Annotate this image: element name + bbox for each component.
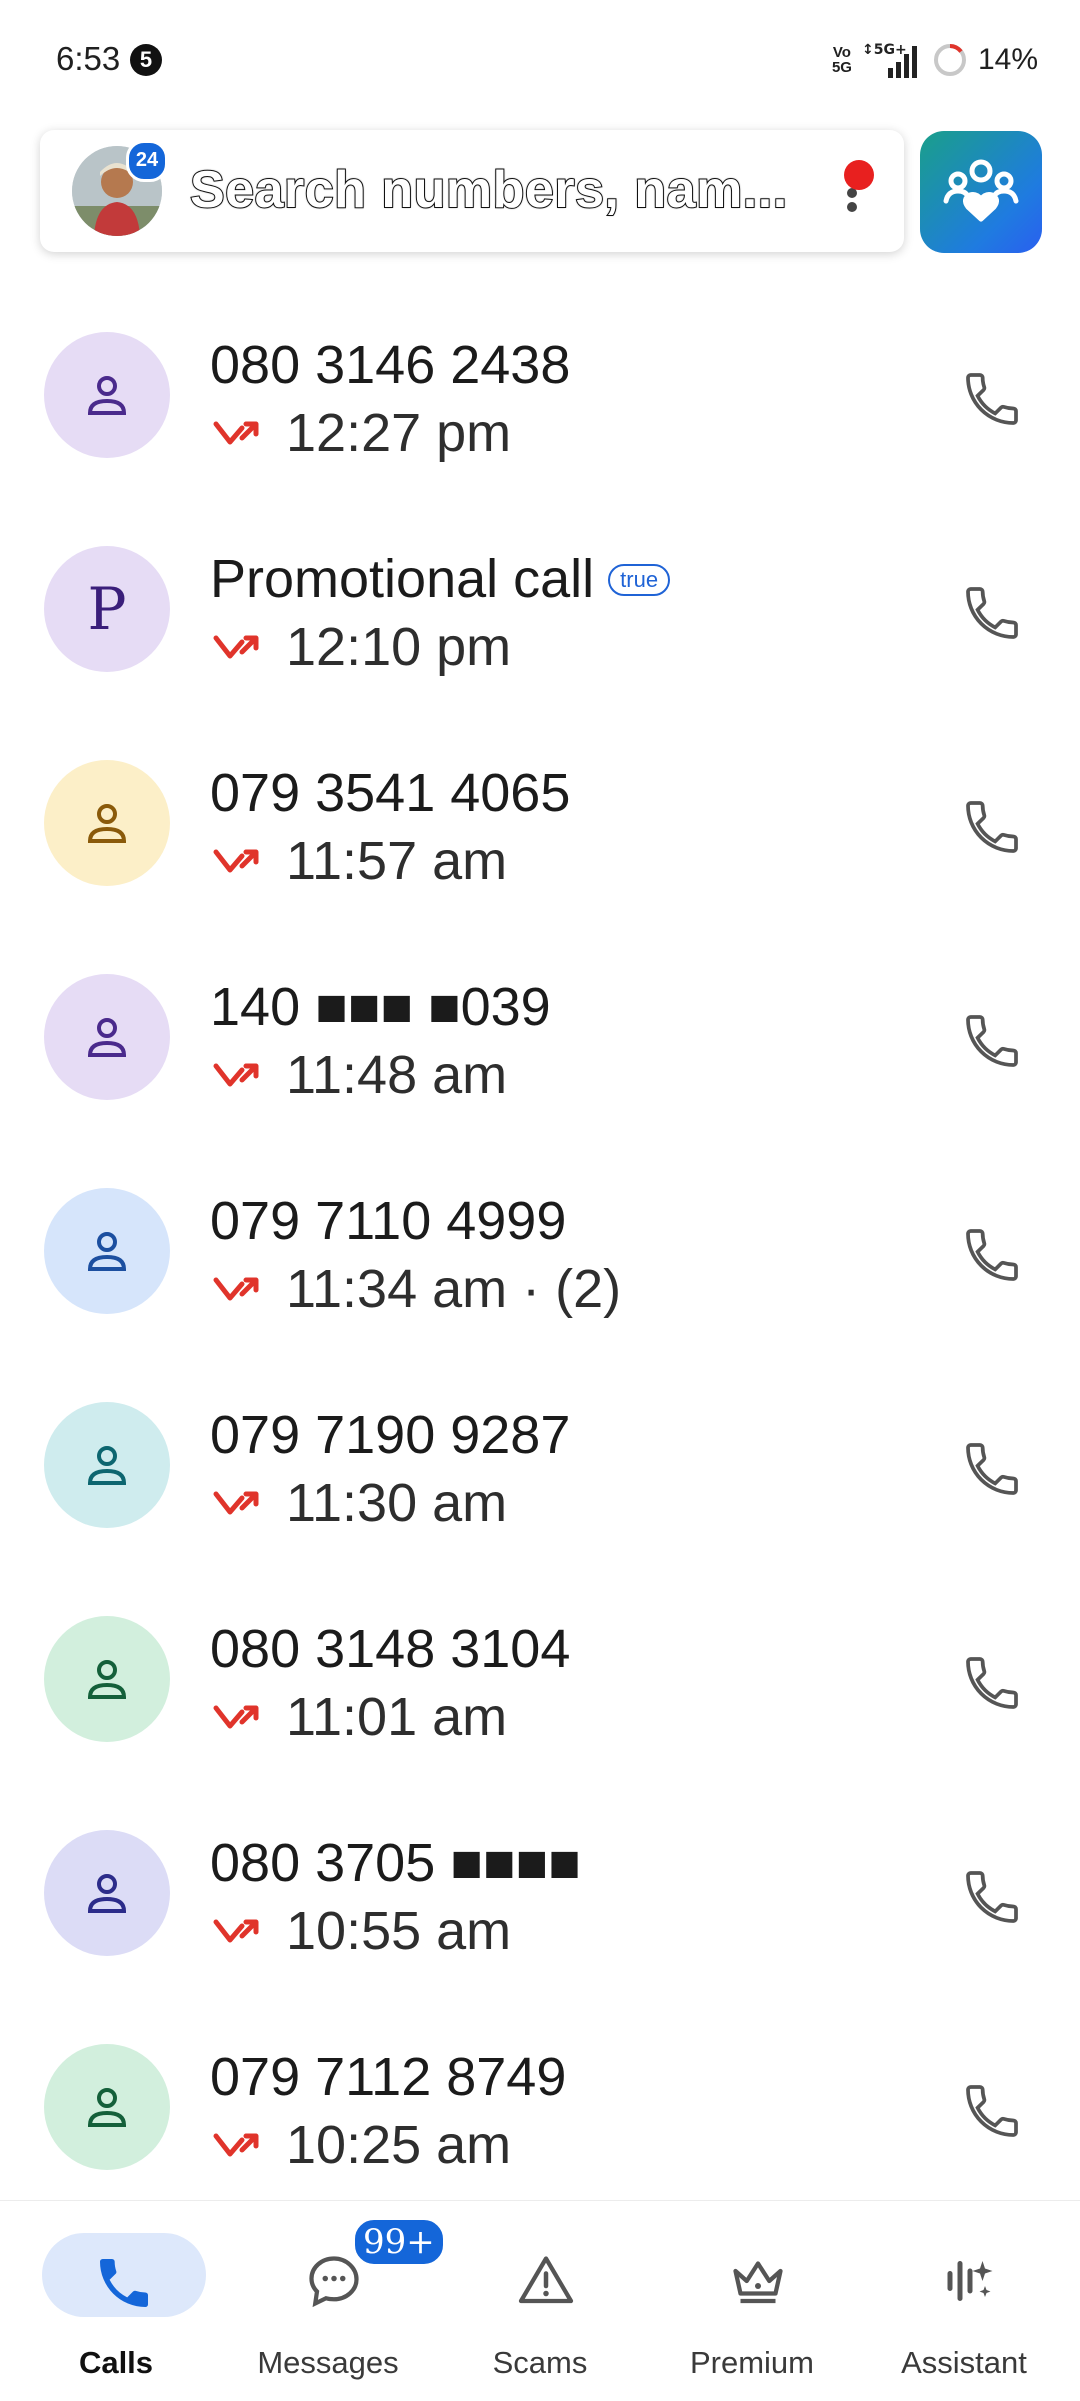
call-time: 11:34 am · (2) xyxy=(286,1259,622,1319)
crown-icon xyxy=(733,2261,783,2304)
notification-dot xyxy=(844,160,874,190)
call-time: 11:01 am xyxy=(286,1687,508,1747)
missed-call-icon xyxy=(213,1919,259,1943)
caller-number: 079 3541 4065 xyxy=(210,763,571,823)
call-log-row[interactable]: 079 7190 9287 11:30 am xyxy=(0,1332,1080,1546)
contact-avatar xyxy=(44,1188,170,1314)
nav-scams-label: Scams xyxy=(492,2345,588,2380)
verified-badge: true xyxy=(608,564,671,596)
call-button-icon[interactable] xyxy=(960,2079,1024,2143)
phone-icon xyxy=(100,2259,148,2307)
call-time: 11:57 am xyxy=(286,831,508,891)
nav-calls-label: Calls xyxy=(78,2345,154,2380)
battery-percent: 14% xyxy=(977,43,1038,76)
call-log-row[interactable]: 079 7112 8749 10:25 am xyxy=(0,1974,1080,2188)
missed-call-icon xyxy=(213,849,259,873)
caller-name: Promotional call true xyxy=(210,548,671,610)
person-icon xyxy=(87,2088,127,2127)
caller-number: 080 3146 2438 xyxy=(210,335,571,395)
contact-avatar xyxy=(44,1616,170,1742)
missed-call-icon xyxy=(213,1705,259,1729)
nav-assistant[interactable]: Assistant xyxy=(856,2201,1072,2401)
contact-avatar: P xyxy=(44,546,170,672)
caller-name-text: Promotional call xyxy=(210,549,595,609)
nav-premium[interactable]: Premium xyxy=(644,2201,860,2401)
caller-number: 080 3148 3104 xyxy=(210,1619,571,1679)
caller-number: 079 7110 4999 xyxy=(210,1191,567,1251)
person-icon xyxy=(87,1018,127,1057)
call-time: 10:55 am xyxy=(286,1901,512,1961)
call-log-row[interactable]: 079 3541 4065 11:57 am xyxy=(0,690,1080,904)
contact-avatar xyxy=(44,1402,170,1528)
nav-messages-label: Messages xyxy=(257,2345,399,2380)
call-button-icon[interactable] xyxy=(960,1009,1024,1073)
call-time: 12:27 pm xyxy=(286,403,512,463)
person-icon xyxy=(87,1660,127,1699)
svg-text:↕5G+: ↕5G+ xyxy=(862,42,907,58)
call-button-icon[interactable] xyxy=(960,1437,1024,1501)
call-time: 12:10 pm xyxy=(286,617,512,677)
nav-scams[interactable]: Scams xyxy=(432,2201,648,2401)
missed-call-icon xyxy=(213,1491,259,1515)
avatar-initial: P xyxy=(87,575,127,643)
call-log-row[interactable]: 080 3146 2438 12:27 pm xyxy=(0,262,1080,476)
missed-call-icon xyxy=(213,635,259,659)
call-button-icon[interactable] xyxy=(960,795,1024,859)
contact-avatar xyxy=(44,332,170,458)
nav-calls[interactable]: Calls xyxy=(8,2201,224,2401)
family-protection-button[interactable] xyxy=(920,131,1042,253)
message-bubble-icon xyxy=(309,2256,359,2308)
status-time: 6:53 xyxy=(56,40,121,77)
missed-call-icon xyxy=(213,1063,259,1087)
volte-icon: Vo 5G xyxy=(831,44,852,76)
search-bar[interactable]: 24 Search numbers, nam... xyxy=(40,130,904,252)
missed-call-icon xyxy=(213,1277,259,1301)
call-time: 11:30 am xyxy=(286,1473,508,1533)
contact-avatar xyxy=(44,2044,170,2170)
profile-badge: 24 xyxy=(126,140,168,182)
nav-premium-label: Premium xyxy=(689,2345,814,2380)
missed-call-icon xyxy=(213,421,259,445)
bottom-navigation: Calls 99+ Messages Scams Premium Assista… xyxy=(0,2200,1080,2401)
contact-avatar xyxy=(44,1830,170,1956)
caller-number: 079 7112 8749 xyxy=(210,2047,567,2107)
person-icon xyxy=(87,1874,127,1913)
contact-avatar xyxy=(44,974,170,1100)
person-icon xyxy=(87,376,127,415)
missed-call-icon xyxy=(213,2133,259,2157)
call-button-icon[interactable] xyxy=(960,1651,1024,1715)
call-time: 11:48 am xyxy=(286,1045,508,1105)
call-time: 10:25 am xyxy=(286,2115,512,2175)
signal-icon: ↕5G+ xyxy=(862,42,917,78)
status-icons: Vo 5G ↕5G+ 14% xyxy=(832,38,1038,82)
caller-number: 140 ■■■ ■039 xyxy=(210,977,551,1037)
call-log-row[interactable]: 140 ■■■ ■039 11:48 am xyxy=(0,904,1080,1118)
caller-number: 079 7190 9287 xyxy=(210,1405,571,1465)
family-shield-icon xyxy=(943,159,1019,222)
warning-icon xyxy=(518,2256,574,2304)
call-log-row[interactable]: 080 3705 ■■■■ 10:55 am xyxy=(0,1760,1080,1974)
call-button-icon[interactable] xyxy=(960,1223,1024,1287)
call-button-icon[interactable] xyxy=(960,1865,1024,1929)
contact-avatar xyxy=(44,760,170,886)
call-log-row[interactable]: P Promotional call true 12:10 pm xyxy=(0,476,1080,690)
nav-assistant-label: Assistant xyxy=(901,2345,1027,2380)
notification-count-badge: 5 xyxy=(130,44,162,76)
call-button-icon[interactable] xyxy=(960,581,1024,645)
nav-messages[interactable]: 99+ Messages xyxy=(220,2201,446,2401)
call-log-row[interactable]: 079 7110 4999 11:34 am · (2) xyxy=(0,1118,1080,1332)
person-icon xyxy=(87,804,127,843)
call-button-icon[interactable] xyxy=(960,367,1024,431)
battery-icon xyxy=(933,44,966,76)
person-icon xyxy=(87,1446,127,1485)
status-bar: 6:53 5 Vo 5G ↕5G+ 14% xyxy=(0,0,1080,120)
call-log-row[interactable]: 080 3148 3104 11:01 am xyxy=(0,1546,1080,1760)
search-input[interactable]: Search numbers, nam... xyxy=(189,160,788,220)
caller-number: 080 3705 ■■■■ xyxy=(210,1833,581,1893)
person-icon xyxy=(87,1232,127,1271)
assistant-sparkle-icon xyxy=(947,2261,993,2301)
